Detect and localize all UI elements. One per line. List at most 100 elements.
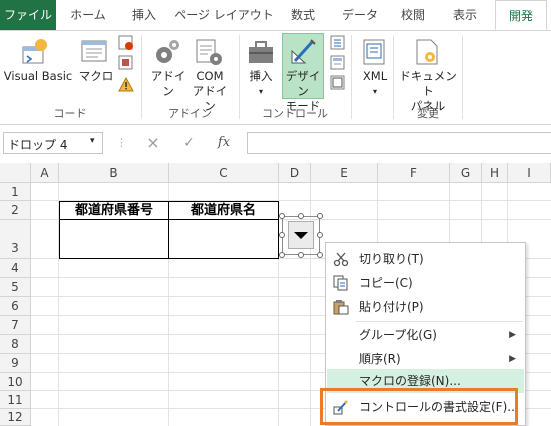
dropdown-control-button[interactable] bbox=[288, 221, 314, 249]
row-header-11[interactable]: 11 bbox=[0, 391, 31, 409]
column-header-i[interactable]: I bbox=[508, 163, 551, 183]
run-dialog-icon[interactable] bbox=[330, 75, 346, 91]
resize-handle[interactable] bbox=[317, 252, 323, 258]
submenu-arrow-icon: ▶ bbox=[509, 330, 516, 340]
insert-control-label: 挿入 bbox=[249, 69, 273, 83]
code-group-label: コード bbox=[53, 107, 87, 120]
cell-b2[interactable]: 都道府県番号 bbox=[60, 202, 168, 219]
row-header-12[interactable]: 12 bbox=[0, 409, 31, 426]
group-separator bbox=[462, 35, 463, 119]
macro-button[interactable]: マクロ bbox=[78, 69, 114, 84]
document-panel-icon[interactable] bbox=[412, 37, 442, 67]
enter-icon[interactable]: ✓ bbox=[180, 133, 198, 153]
column-header-a[interactable]: A bbox=[31, 163, 59, 183]
addin-group-label: アドイン bbox=[168, 107, 212, 120]
cancel-icon[interactable]: × bbox=[144, 133, 162, 153]
row-header-2[interactable]: 2 bbox=[0, 201, 31, 220]
xml-button[interactable]: XML ▾ bbox=[356, 69, 394, 99]
visual-basic-icon[interactable] bbox=[20, 37, 50, 67]
formula-bar: ドロップ 4 ▾ ⋮ × ✓ fx bbox=[0, 125, 551, 163]
modify-group-label: 変更 bbox=[417, 107, 439, 120]
row-header-1[interactable]: 1 bbox=[0, 183, 31, 201]
name-box-value: ドロップ 4 bbox=[8, 138, 68, 152]
copy-icon bbox=[333, 275, 349, 291]
resize-handle[interactable] bbox=[279, 232, 285, 238]
menu-item-copy[interactable]: コピー(C) bbox=[327, 271, 524, 295]
design-mode-icon bbox=[289, 37, 319, 67]
macro-icon[interactable] bbox=[80, 37, 110, 67]
cell-c2[interactable]: 都道府県名 bbox=[169, 202, 278, 219]
macro-security-icon[interactable] bbox=[118, 76, 134, 93]
com-addin-icon[interactable] bbox=[194, 37, 224, 67]
row-header-9[interactable]: 9 bbox=[0, 354, 31, 373]
scissors-icon bbox=[333, 251, 349, 267]
xml-label: XML bbox=[362, 69, 388, 83]
resize-handle[interactable] bbox=[298, 252, 304, 258]
formula-input[interactable] bbox=[247, 132, 551, 154]
column-header-f[interactable]: F bbox=[378, 163, 450, 183]
insert-control-button[interactable]: 挿入 ▾ bbox=[242, 69, 280, 99]
group-separator bbox=[351, 35, 352, 119]
ribbon-tab-bar: ファイル ホーム 挿入 ページ レイアウト 数式 データ 校閲 表示 開発 bbox=[0, 0, 551, 31]
resize-handle[interactable] bbox=[317, 232, 323, 238]
splitter-grip[interactable]: ⋮ bbox=[116, 134, 127, 152]
menu-item-group[interactable]: グループ化(G) ▶ bbox=[327, 323, 524, 347]
row-header-7[interactable]: 7 bbox=[0, 316, 31, 335]
tab-page-layout[interactable]: ページ レイアウト bbox=[174, 0, 274, 30]
tab-view[interactable]: 表示 bbox=[442, 0, 488, 30]
toolbox-icon[interactable] bbox=[246, 37, 276, 67]
name-box[interactable]: ドロップ 4 ▾ bbox=[3, 132, 103, 154]
column-header-c[interactable]: C bbox=[169, 163, 279, 183]
visual-basic-button[interactable]: Visual Basic bbox=[2, 69, 74, 84]
design-mode-label-1: デザイン bbox=[285, 69, 321, 98]
row-header-3[interactable]: 3 bbox=[0, 220, 31, 259]
menu-item-label: 貼り付け(P) bbox=[359, 300, 424, 314]
row-header-5[interactable]: 5 bbox=[0, 278, 31, 297]
resize-handle[interactable] bbox=[279, 252, 285, 258]
tab-developer[interactable]: 開発 bbox=[495, 0, 547, 30]
properties-icon[interactable] bbox=[330, 35, 346, 51]
menu-item-label: 切り取り(T) bbox=[359, 252, 424, 266]
resize-handle[interactable] bbox=[317, 213, 323, 219]
menu-item-order[interactable]: 順序(R) ▶ bbox=[327, 347, 524, 371]
row-header-4[interactable]: 4 bbox=[0, 259, 31, 278]
record-macro-icon[interactable] bbox=[118, 35, 134, 51]
tab-review[interactable]: 校閲 bbox=[390, 0, 436, 30]
menu-item-label: グループ化(G) bbox=[359, 328, 437, 342]
row-header-6[interactable]: 6 bbox=[0, 297, 31, 316]
tab-home[interactable]: ホーム bbox=[60, 0, 116, 30]
select-all-corner[interactable] bbox=[0, 163, 31, 183]
tab-data[interactable]: データ bbox=[334, 0, 386, 30]
resize-handle[interactable] bbox=[279, 213, 285, 219]
view-code-icon[interactable] bbox=[330, 55, 346, 71]
menu-separator bbox=[356, 321, 523, 322]
menu-item-label: コピー(C) bbox=[359, 276, 413, 290]
menu-item-label: 順序(R) bbox=[359, 352, 401, 366]
insert-function-icon[interactable]: fx bbox=[214, 133, 234, 153]
addin-gear-icon[interactable] bbox=[152, 37, 182, 67]
relative-reference-icon[interactable] bbox=[118, 55, 134, 71]
menu-item-paste[interactable]: 貼り付け(P) bbox=[327, 295, 524, 319]
cell-c3[interactable] bbox=[169, 220, 278, 258]
resize-handle[interactable] bbox=[298, 213, 304, 219]
xml-icon[interactable] bbox=[360, 37, 390, 67]
row-header-8[interactable]: 8 bbox=[0, 335, 31, 354]
row-header-10[interactable]: 10 bbox=[0, 373, 31, 391]
cell-b3[interactable] bbox=[60, 220, 168, 258]
chevron-down-icon: ▾ bbox=[258, 87, 263, 96]
column-header-g[interactable]: G bbox=[450, 163, 482, 183]
ribbon: Visual Basic マクロ コード アドイン COM アドイン アドイン … bbox=[0, 31, 551, 125]
column-header-d[interactable]: D bbox=[279, 163, 311, 183]
chevron-down-icon[interactable]: ▾ bbox=[90, 136, 95, 146]
addin-button[interactable]: アドイン bbox=[146, 69, 190, 99]
menu-item-cut[interactable]: 切り取り(T) bbox=[327, 247, 524, 271]
column-header-b[interactable]: B bbox=[59, 163, 169, 183]
tab-insert[interactable]: 挿入 bbox=[120, 0, 168, 30]
chevron-down-icon: ▾ bbox=[372, 87, 377, 96]
com-addin-label-1: COM bbox=[196, 69, 224, 83]
tab-formulas[interactable]: 数式 bbox=[280, 0, 326, 30]
column-header-h[interactable]: H bbox=[482, 163, 508, 183]
callout-highlight-box bbox=[320, 388, 518, 425]
tab-file[interactable]: ファイル bbox=[0, 0, 56, 30]
column-header-e[interactable]: E bbox=[311, 163, 378, 183]
